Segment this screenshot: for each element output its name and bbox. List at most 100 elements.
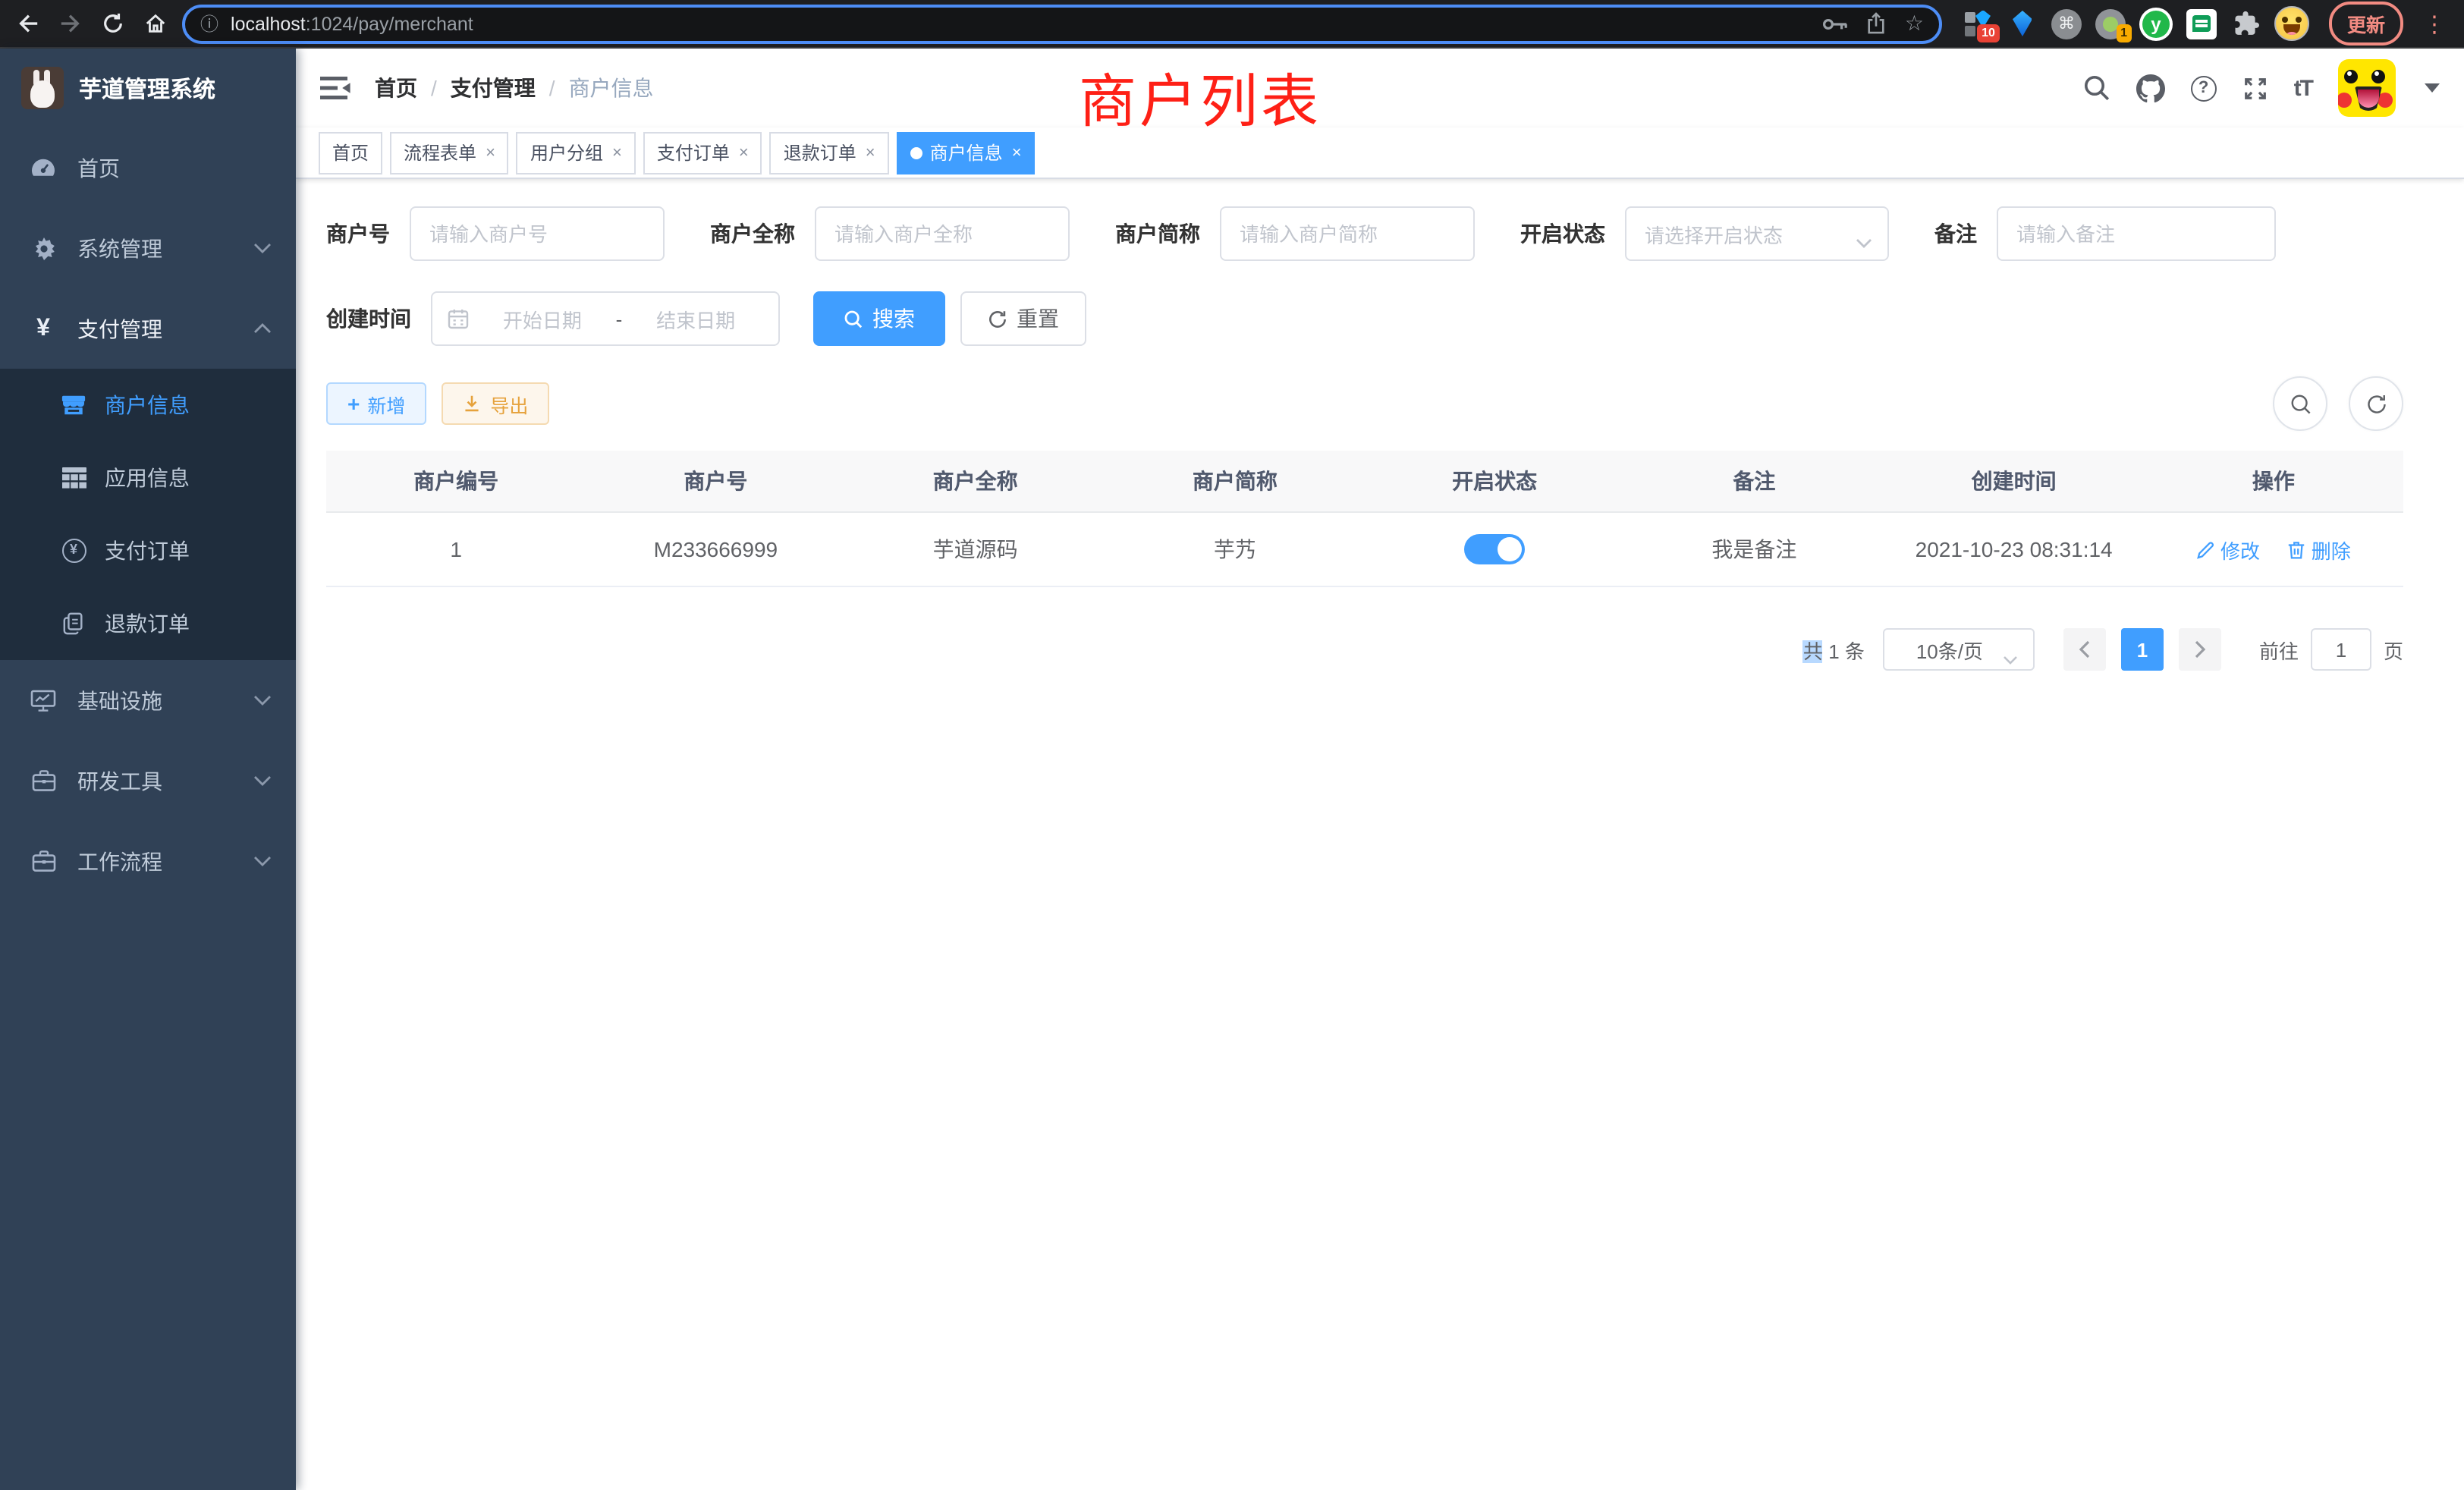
merchant-no-input[interactable] bbox=[410, 206, 665, 261]
avatar-caret-down-icon[interactable] bbox=[2425, 83, 2440, 93]
address-bar[interactable]: ⓘ localhost:1024/pay/merchant ☆ bbox=[182, 4, 1942, 43]
filter-label-create-time: 创建时间 bbox=[326, 303, 411, 334]
tab-pay-order[interactable]: 支付订单× bbox=[643, 131, 762, 174]
plus-icon: + bbox=[347, 391, 360, 416]
remark-input[interactable] bbox=[1997, 206, 2276, 261]
site-info-icon[interactable]: ⓘ bbox=[200, 11, 218, 36]
forward-icon[interactable] bbox=[52, 5, 88, 42]
bookmark-star-icon[interactable]: ☆ bbox=[1905, 11, 1924, 36]
toggle-search-button[interactable] bbox=[2273, 376, 2327, 431]
extension-diamond-icon[interactable] bbox=[2007, 8, 2038, 39]
search-button[interactable]: 搜索 bbox=[813, 291, 945, 346]
sidebar-item-label: 支付订单 bbox=[105, 536, 190, 566]
download-icon bbox=[463, 395, 481, 413]
tags-view-bar: 首页 流程表单× 用户分组× 支付订单× 退款订单× 商户信息× bbox=[296, 127, 2464, 179]
column-header: 开启状态 bbox=[1365, 451, 1624, 512]
chevron-down-icon bbox=[253, 695, 272, 706]
tab-home[interactable]: 首页 bbox=[319, 131, 382, 174]
refresh-icon bbox=[988, 309, 1007, 328]
prev-page-button[interactable] bbox=[2063, 628, 2106, 671]
page-size-select[interactable]: 10条/页 bbox=[1883, 628, 2035, 671]
create-time-range-picker[interactable]: 开始日期 - 结束日期 bbox=[431, 291, 780, 346]
sidebar-item-infrastructure[interactable]: 基础设施 bbox=[0, 660, 296, 740]
share-icon[interactable] bbox=[1867, 12, 1887, 35]
reload-icon[interactable] bbox=[94, 5, 130, 42]
short-name-input[interactable] bbox=[1220, 206, 1475, 261]
merchant-table: 商户编号 商户号 商户全称 商户简称 开启状态 备注 创建时间 操作 1 bbox=[326, 451, 2403, 587]
back-icon[interactable] bbox=[9, 5, 46, 42]
extension-grid-icon[interactable]: 10 bbox=[1963, 8, 1994, 39]
sidebar-item-system[interactable]: 系统管理 bbox=[0, 208, 296, 288]
close-icon[interactable]: × bbox=[866, 133, 875, 172]
extension-recorder-icon[interactable]: 1 bbox=[2095, 8, 2126, 39]
sidebar-item-payment[interactable]: ¥ 支付管理 bbox=[0, 288, 296, 369]
sidebar-item-app-info[interactable]: 应用信息 bbox=[0, 442, 296, 514]
font-size-icon[interactable]: tT bbox=[2294, 75, 2312, 101]
help-icon[interactable]: ? bbox=[2191, 75, 2217, 101]
sidebar-item-workflow[interactable]: 工作流程 bbox=[0, 821, 296, 901]
header-search-icon[interactable] bbox=[2083, 74, 2110, 102]
status-toggle[interactable] bbox=[1464, 534, 1525, 564]
add-button[interactable]: + 新增 bbox=[326, 382, 426, 425]
tab-user-group[interactable]: 用户分组× bbox=[517, 131, 636, 174]
pagination-total: 共 1 条 bbox=[1803, 635, 1865, 664]
chevron-down-icon bbox=[253, 243, 272, 253]
browser-update-button[interactable]: 更新 bbox=[2329, 2, 2403, 46]
calendar-icon bbox=[448, 308, 469, 329]
refresh-table-button[interactable] bbox=[2349, 376, 2403, 431]
column-header: 商户全称 bbox=[846, 451, 1105, 512]
cell-merchant-no: M233666999 bbox=[586, 512, 845, 586]
sidebar: 芋道管理系统 首页 系统管理 ¥ 支付管理 bbox=[0, 49, 296, 1490]
close-icon[interactable]: × bbox=[739, 133, 749, 172]
password-key-icon[interactable] bbox=[1823, 16, 1849, 31]
cell-merchant-id: 1 bbox=[326, 512, 586, 586]
close-icon[interactable]: × bbox=[612, 133, 622, 172]
status-select[interactable]: 请选择开启状态 bbox=[1625, 206, 1889, 261]
sidebar-item-merchant-info[interactable]: 商户信息 bbox=[0, 369, 296, 442]
screen: ⓘ localhost:1024/pay/merchant ☆ 10 ⌘ 1 y bbox=[0, 0, 2464, 1490]
cell-remark: 我是备注 bbox=[1624, 512, 1884, 586]
full-name-input[interactable] bbox=[815, 206, 1070, 261]
page-number-1[interactable]: 1 bbox=[2121, 628, 2164, 671]
breadcrumb-separator: / bbox=[549, 76, 555, 100]
extension-command-icon[interactable]: ⌘ bbox=[2051, 8, 2082, 39]
reset-button[interactable]: 重置 bbox=[960, 291, 1086, 346]
edit-link[interactable]: 修改 bbox=[2196, 535, 2260, 564]
sidebar-collapse-icon[interactable] bbox=[320, 74, 350, 102]
sidebar-item-home[interactable]: 首页 bbox=[0, 127, 296, 208]
github-icon[interactable] bbox=[2136, 74, 2165, 102]
end-date-placeholder: 结束日期 bbox=[628, 304, 763, 333]
home-icon[interactable] bbox=[137, 5, 173, 42]
next-page-button[interactable] bbox=[2179, 628, 2221, 671]
delete-link[interactable]: 删除 bbox=[2287, 535, 2351, 564]
tab-merchant-info[interactable]: 商户信息× bbox=[897, 131, 1036, 174]
app-logo[interactable]: 芋道管理系统 bbox=[0, 49, 296, 127]
user-avatar[interactable] bbox=[2338, 59, 2396, 117]
extension-chat-icon[interactable] bbox=[2186, 8, 2217, 39]
close-icon[interactable]: × bbox=[1012, 133, 1022, 172]
export-button[interactable]: 导出 bbox=[442, 382, 549, 425]
sidebar-item-refund-order[interactable]: 退款订单 bbox=[0, 587, 296, 660]
sidebar-item-label: 基础设施 bbox=[77, 685, 253, 715]
document-copy-icon bbox=[61, 611, 86, 636]
sidebar-item-pay-order[interactable]: ¥ 支付订单 bbox=[0, 514, 296, 587]
breadcrumb-home[interactable]: 首页 bbox=[375, 73, 417, 103]
close-icon[interactable]: × bbox=[486, 133, 495, 172]
url-text: localhost:1024/pay/merchant bbox=[231, 13, 1805, 34]
payment-submenu: 商户信息 应用信息 ¥ 支付订单 bbox=[0, 369, 296, 660]
page-header: 首页 / 支付管理 / 商户信息 ? bbox=[296, 49, 2464, 127]
tab-process-form[interactable]: 流程表单× bbox=[390, 131, 509, 174]
table-grid-icon bbox=[61, 467, 86, 489]
profile-emoji-avatar[interactable] bbox=[2274, 6, 2309, 41]
tab-refund-order[interactable]: 退款订单× bbox=[770, 131, 889, 174]
puzzle-extensions-icon[interactable] bbox=[2230, 8, 2261, 39]
extension-y-logo-icon[interactable]: y bbox=[2139, 7, 2173, 40]
breadcrumb-payment[interactable]: 支付管理 bbox=[451, 73, 536, 103]
browser-menu-icon[interactable]: ⋮ bbox=[2423, 10, 2446, 37]
sidebar-item-dev-tools[interactable]: 研发工具 bbox=[0, 740, 296, 821]
column-header: 创建时间 bbox=[1884, 451, 2144, 512]
goto-page-input[interactable] bbox=[2311, 628, 2371, 671]
fullscreen-icon[interactable] bbox=[2242, 75, 2268, 101]
column-header: 商户号 bbox=[586, 451, 845, 512]
main-area: 商户列表 首页 / 支付管理 / 商户信息 bbox=[296, 49, 2464, 1490]
